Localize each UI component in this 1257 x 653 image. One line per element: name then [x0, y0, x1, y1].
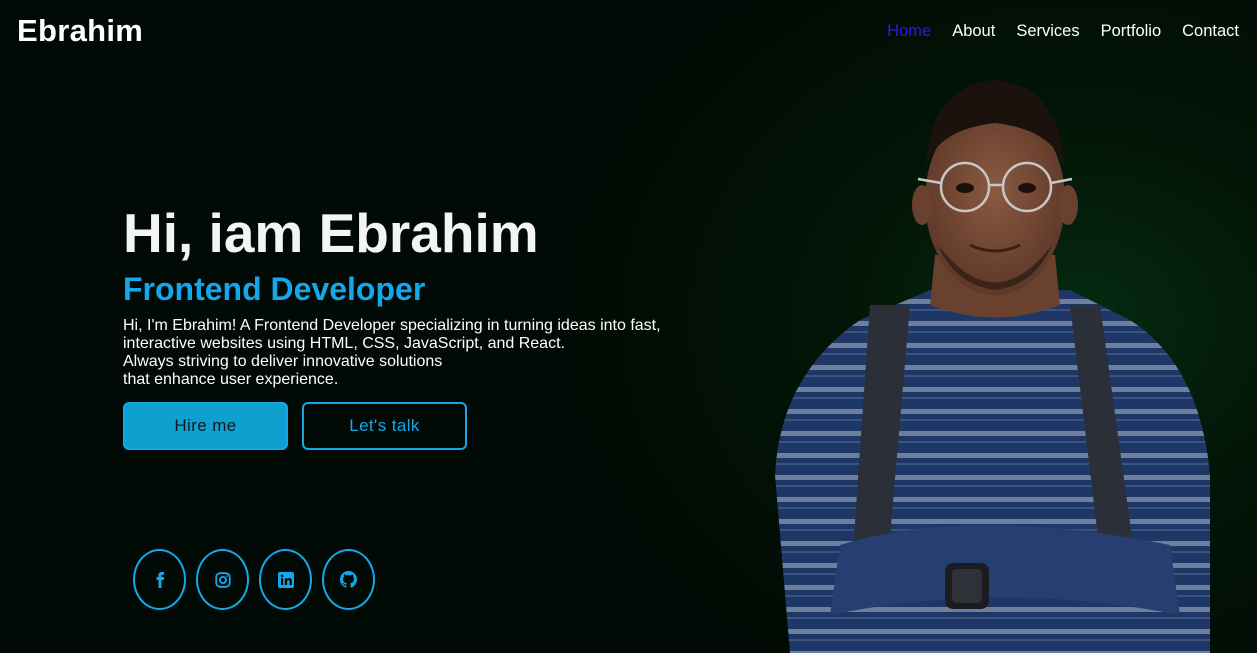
hero-description-line: interactive websites using HTML, CSS, Ja… — [123, 335, 565, 352]
site-logo[interactable]: Ebrahim — [17, 13, 143, 49]
linkedin-link[interactable] — [259, 549, 312, 610]
social-links — [133, 549, 375, 610]
instagram-icon — [214, 571, 231, 588]
linkedin-icon — [277, 571, 294, 588]
profile-photo — [775, 80, 1210, 653]
nav-link-services[interactable]: Services — [1016, 22, 1079, 41]
hero-role: Frontend Developer — [123, 271, 426, 307]
hero-title: Hi, iam Ebrahim — [123, 202, 539, 264]
github-link[interactable] — [322, 549, 375, 610]
navbar: Ebrahim Home About Services Portfolio Co… — [0, 0, 1257, 64]
hero-section: Hi, iam Ebrahim Frontend Developer Hi, I… — [123, 200, 723, 389]
hero-description-line: Always striving to deliver innovative so… — [123, 353, 443, 370]
github-icon — [340, 571, 357, 588]
hero-description-line: Hi, I'm Ebrahim! A Frontend Developer sp… — [123, 317, 661, 334]
nav-menu: Home About Services Portfolio Contact — [887, 22, 1239, 41]
facebook-icon — [156, 571, 164, 588]
nav-link-contact[interactable]: Contact — [1182, 22, 1239, 41]
hero-description-line: that enhance user experience. — [123, 371, 339, 388]
nav-link-portfolio[interactable]: Portfolio — [1101, 22, 1162, 41]
instagram-link[interactable] — [196, 549, 249, 610]
lets-talk-button[interactable]: Let's talk — [302, 402, 467, 450]
facebook-link[interactable] — [133, 549, 186, 610]
hero-description: Hi, I'm Ebrahim! A Frontend Developer sp… — [123, 317, 723, 389]
nav-link-home[interactable]: Home — [887, 22, 931, 41]
hire-me-button[interactable]: Hire me — [123, 402, 288, 450]
nav-link-about[interactable]: About — [952, 22, 995, 41]
